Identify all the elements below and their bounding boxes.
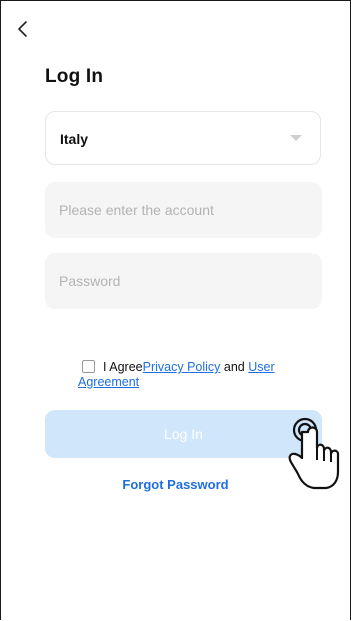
country-select-value: Italy: [60, 131, 89, 147]
agreement-joiner: and: [223, 360, 245, 374]
caret-down-icon: [290, 135, 302, 141]
app-frame: [0, 0, 351, 620]
agreement-prefix: I Agree: [103, 360, 143, 374]
agreement-row: I AgreePrivacy Policy and User Agreement: [78, 360, 298, 390]
password-field-container: [45, 253, 322, 309]
account-field-container: [45, 182, 322, 238]
chevron-left-icon: [18, 21, 27, 37]
page-title: Log In: [45, 66, 104, 87]
account-input[interactable]: [45, 182, 322, 238]
privacy-policy-link[interactable]: Privacy Policy: [143, 360, 221, 374]
login-button[interactable]: Log In: [45, 410, 322, 458]
back-button[interactable]: [16, 20, 30, 38]
country-select[interactable]: Italy: [45, 111, 321, 165]
agreement-checkbox[interactable]: [82, 360, 95, 373]
forgot-password-link[interactable]: Forgot Password: [0, 477, 351, 492]
password-input[interactable]: [45, 253, 322, 309]
